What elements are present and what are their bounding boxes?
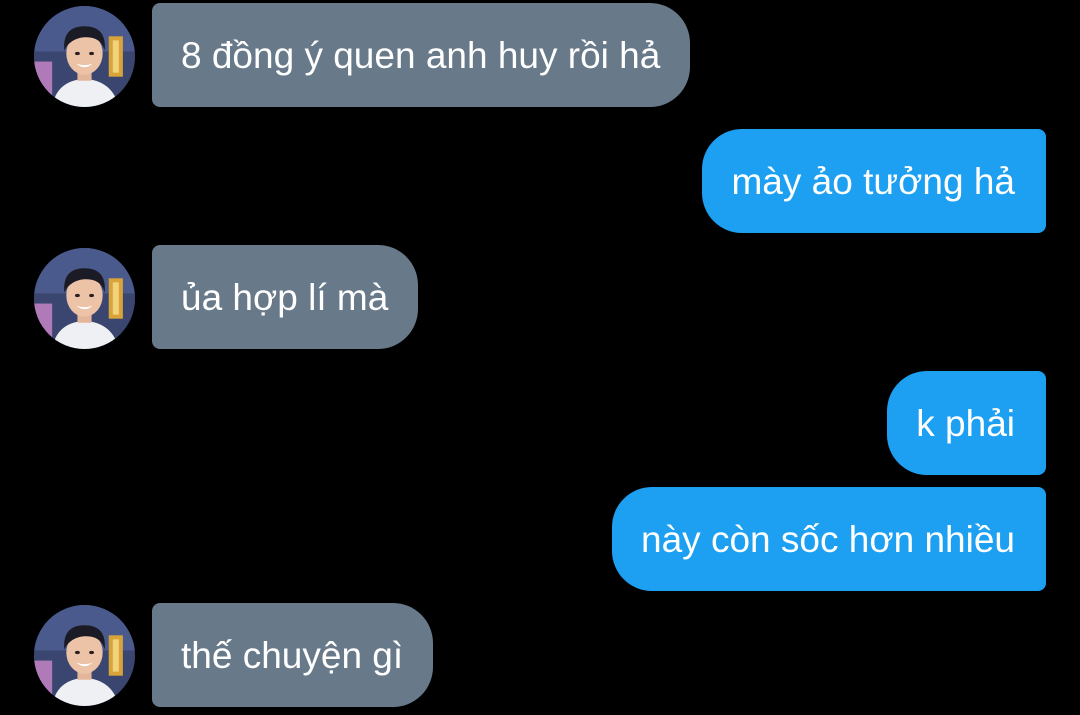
message-text: thế chuyện gì	[181, 634, 404, 676]
message-text: mày ảo tưởng hả	[731, 160, 1015, 202]
avatar[interactable]	[34, 6, 135, 107]
avatar[interactable]	[34, 248, 135, 349]
contact-avatar-icon	[34, 6, 135, 107]
message-bubble-received[interactable]: ủa hợp lí mà	[152, 245, 419, 349]
avatar[interactable]	[34, 605, 135, 706]
message-bubble-sent[interactable]: k phải	[887, 371, 1046, 475]
message-bubble-sent[interactable]: mày ảo tưởng hả	[702, 129, 1046, 233]
message-bubble-received[interactable]: thế chuyện gì	[152, 603, 434, 707]
message-text: ủa hợp lí mà	[181, 276, 389, 318]
contact-avatar-icon	[34, 248, 135, 349]
message-text: k phải	[916, 402, 1015, 444]
message-text: 8 đồng ý quen anh huy rồi hả	[181, 34, 661, 76]
message-text: này còn sốc hơn nhiều	[641, 518, 1015, 560]
contact-avatar-icon	[34, 605, 135, 706]
message-bubble-received[interactable]: 8 đồng ý quen anh huy rồi hả	[152, 3, 691, 107]
message-bubble-sent[interactable]: này còn sốc hơn nhiều	[612, 487, 1046, 591]
